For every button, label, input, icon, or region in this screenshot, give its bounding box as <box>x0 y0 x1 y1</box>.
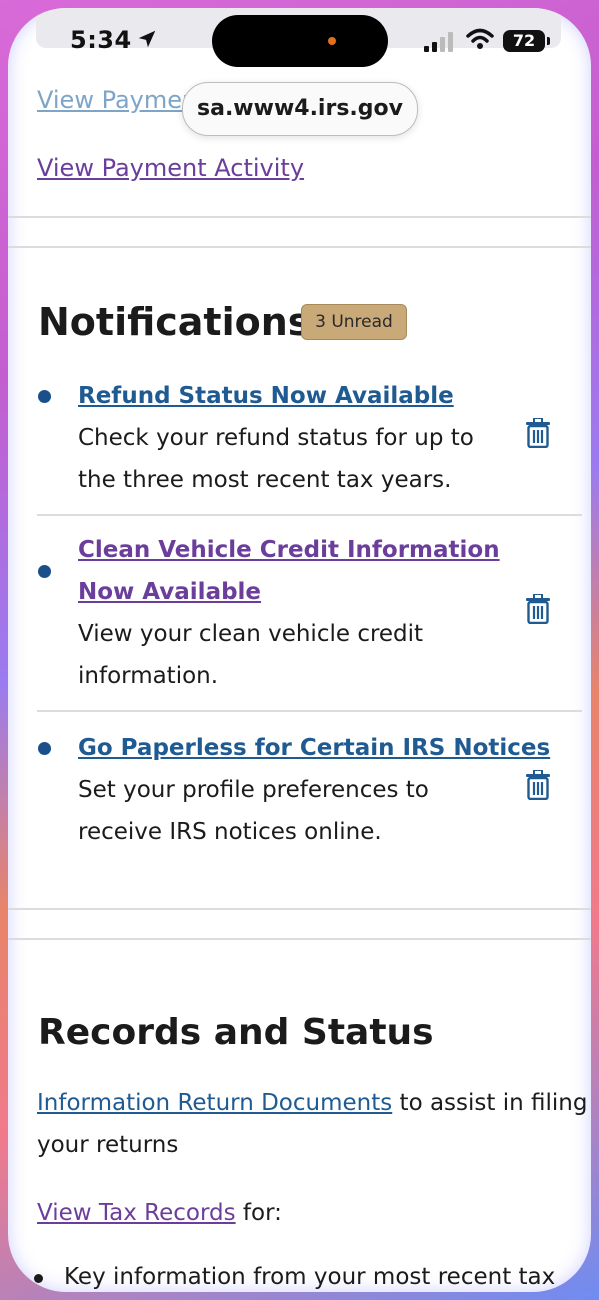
notification-description: the three most recent tax years. <box>78 467 452 493</box>
notification-description: View your clean vehicle credit <box>78 621 424 647</box>
phone-screen: 5:34 72 View Paymen sa.www4.irs.gov View… <box>8 8 591 1292</box>
status-bar: 5:34 72 <box>8 8 591 68</box>
notification-title-link[interactable]: Go Paperless for Certain IRS Notices <box>78 727 550 769</box>
section-divider <box>8 908 591 910</box>
list-bullet <box>34 1274 43 1283</box>
status-time: 5:34 <box>70 26 132 54</box>
notification-separator <box>37 514 582 516</box>
tax-records-paragraph: View Tax Records for: <box>37 1200 282 1226</box>
url-bar[interactable]: sa.www4.irs.gov <box>182 82 418 136</box>
notification-title-link[interactable]: Refund Status Now Available <box>78 375 454 417</box>
wifi-icon <box>466 28 494 49</box>
view-payment-activity-link[interactable]: View Payment Activity <box>37 154 304 182</box>
notification-title-link[interactable]: Now Available <box>78 571 261 613</box>
notifications-heading: Notifications <box>38 300 311 344</box>
notification-title-link[interactable]: Clean Vehicle Credit Information <box>78 529 500 571</box>
notification-description: Set your profile preferences to <box>78 777 429 803</box>
unread-badge: 3 Unread <box>301 304 407 340</box>
unread-dot <box>38 565 51 578</box>
trash-icon[interactable] <box>525 418 551 448</box>
section-divider <box>8 216 591 218</box>
unread-dot <box>38 390 51 403</box>
view-tax-records-link[interactable]: View Tax Records <box>37 1200 236 1226</box>
trash-icon[interactable] <box>525 770 551 800</box>
info-return-text-cont: your returns <box>37 1132 179 1158</box>
location-arrow-icon <box>138 30 156 48</box>
notification-description: Check your refund status for up to <box>78 425 474 451</box>
notification-description: information. <box>78 663 219 689</box>
key-information-item: Key information from your most recent ta… <box>64 1264 556 1290</box>
section-divider <box>8 246 591 248</box>
cellular-signal-icon <box>424 32 453 52</box>
view-payments-link[interactable]: View Paymen <box>37 86 197 114</box>
unread-dot <box>38 742 51 755</box>
camera-indicator <box>328 37 336 45</box>
dynamic-island <box>212 15 388 67</box>
battery-cap <box>547 37 550 45</box>
info-return-text: to assist in filing <box>392 1090 588 1116</box>
notification-description: receive IRS notices online. <box>78 819 382 845</box>
records-status-heading: Records and Status <box>38 1012 434 1053</box>
information-return-documents-link[interactable]: Information Return Documents <box>37 1090 392 1116</box>
trash-icon[interactable] <box>525 594 551 624</box>
notification-separator <box>37 710 582 712</box>
section-divider <box>8 938 591 940</box>
battery-level: 72 <box>503 30 545 52</box>
info-return-paragraph: Information Return Documents to assist i… <box>37 1090 587 1116</box>
tax-records-text: for: <box>235 1200 282 1226</box>
